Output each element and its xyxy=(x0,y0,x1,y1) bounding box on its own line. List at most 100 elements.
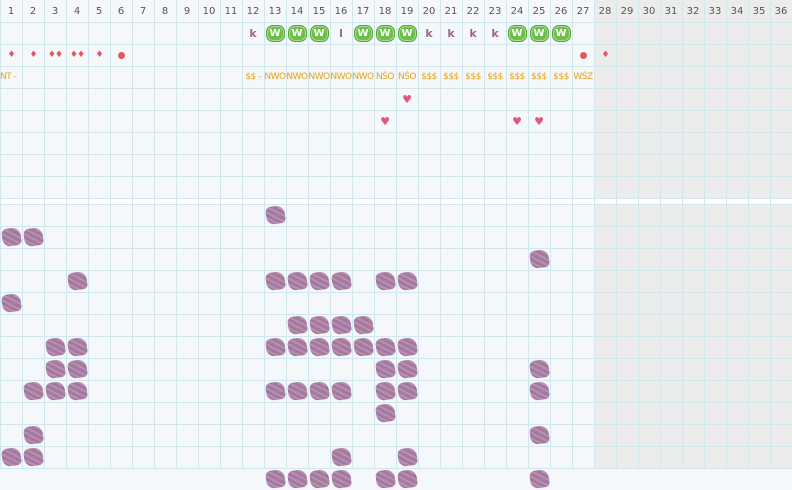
dot-marker xyxy=(572,44,594,66)
scribble-blob-icon xyxy=(396,358,418,380)
entry-cell[interactable] xyxy=(374,336,396,358)
entry-cell[interactable] xyxy=(374,380,396,402)
entry-cell[interactable] xyxy=(66,336,88,358)
entry-cell[interactable] xyxy=(308,270,330,292)
entry-cell[interactable] xyxy=(528,358,550,380)
heart-icon: ♥ xyxy=(534,114,544,128)
scribble-blob-icon xyxy=(528,358,550,380)
entry-cell[interactable] xyxy=(330,314,352,336)
w-badge[interactable]: W xyxy=(396,22,418,44)
entry-cell[interactable] xyxy=(22,424,44,446)
scribble-blob-icon xyxy=(22,424,44,446)
day-number: 4 xyxy=(73,5,81,17)
entry-cell[interactable] xyxy=(352,314,374,336)
w-badge[interactable]: W xyxy=(286,22,308,44)
entry-cell[interactable] xyxy=(352,336,374,358)
scribble-blob-icon xyxy=(374,380,396,402)
entry-cell[interactable] xyxy=(396,468,418,490)
entry-cell[interactable] xyxy=(0,226,22,248)
scribble-blob-icon xyxy=(396,380,418,402)
code-label: NWO xyxy=(264,72,286,82)
entry-cell[interactable] xyxy=(396,380,418,402)
entry-cell[interactable] xyxy=(396,270,418,292)
entry-cell[interactable] xyxy=(66,380,88,402)
day-number: 21 xyxy=(444,5,458,17)
entry-cell[interactable] xyxy=(374,468,396,490)
entry-cell[interactable] xyxy=(396,446,418,468)
w-badge-label: W xyxy=(397,24,417,42)
entry-cell[interactable] xyxy=(264,468,286,490)
entry-cell[interactable] xyxy=(330,270,352,292)
entry-cell[interactable] xyxy=(374,270,396,292)
entry-cell[interactable] xyxy=(286,314,308,336)
entry-cell[interactable] xyxy=(286,270,308,292)
scribble-blob-icon xyxy=(374,358,396,380)
entry-cell[interactable] xyxy=(308,314,330,336)
day-number: 12 xyxy=(246,5,260,17)
entry-cell[interactable] xyxy=(528,424,550,446)
entry-cell[interactable] xyxy=(396,358,418,380)
entry-cell[interactable] xyxy=(22,446,44,468)
entry-cell[interactable] xyxy=(374,358,396,380)
entry-cell[interactable] xyxy=(286,336,308,358)
day-number: 3 xyxy=(51,5,59,17)
entry-cell[interactable] xyxy=(264,204,286,226)
day-number: 7 xyxy=(139,5,147,17)
entry-cell[interactable] xyxy=(264,336,286,358)
w-badge-label: W xyxy=(551,24,571,42)
drop-icon: ♦ xyxy=(29,50,37,60)
entry-cell[interactable] xyxy=(66,358,88,380)
scribble-blob-icon xyxy=(264,468,286,490)
entry-cell[interactable] xyxy=(264,270,286,292)
scribble-blob-icon xyxy=(66,336,88,358)
calendar-grid: 1 2 3 4 5 6 7 8 9 10 11 12 13 14 15 16 17 18 19 20 21 22 23 24 2… xyxy=(0,0,792,490)
w-badge-label: W xyxy=(507,24,527,42)
entry-cell[interactable] xyxy=(22,380,44,402)
w-badge[interactable]: W xyxy=(550,22,572,44)
day-number: 35 xyxy=(752,5,766,17)
entry-cell[interactable] xyxy=(330,336,352,358)
w-badge-label: W xyxy=(529,24,549,42)
entry-cell[interactable] xyxy=(0,292,22,314)
heart-icon: ♥ xyxy=(512,114,522,128)
entry-cell[interactable] xyxy=(374,402,396,424)
scribble-blob-icon xyxy=(0,226,22,248)
entry-cell[interactable] xyxy=(44,358,66,380)
w-badge[interactable]: W xyxy=(374,22,396,44)
entry-cell[interactable] xyxy=(308,336,330,358)
entry-cell[interactable] xyxy=(528,468,550,490)
entry-cell[interactable] xyxy=(308,468,330,490)
code-label: NŚO xyxy=(375,72,395,82)
entry-cell[interactable] xyxy=(330,446,352,468)
entry-cell[interactable] xyxy=(264,380,286,402)
entry-cell[interactable] xyxy=(308,380,330,402)
entry-cell[interactable] xyxy=(330,380,352,402)
w-badge[interactable]: W xyxy=(308,22,330,44)
w-badge-label: W xyxy=(287,24,307,42)
entry-cell[interactable] xyxy=(396,336,418,358)
scribble-blob-icon xyxy=(66,380,88,402)
entry-cell[interactable] xyxy=(528,380,550,402)
scribble-blob-icon xyxy=(330,468,352,490)
entry-cell[interactable] xyxy=(22,226,44,248)
code-label: $$$ xyxy=(465,72,481,82)
w-badge[interactable]: W xyxy=(528,22,550,44)
entry-cell[interactable] xyxy=(66,270,88,292)
code-label: $$$ xyxy=(531,72,547,82)
scribble-blob-icon xyxy=(330,270,352,292)
heart-icon: ♥ xyxy=(380,114,390,128)
entry-cell[interactable] xyxy=(44,380,66,402)
letter-mark: k xyxy=(447,26,455,40)
scribble-blob-icon xyxy=(22,446,44,468)
w-badge[interactable]: W xyxy=(264,22,286,44)
entry-cell[interactable] xyxy=(286,380,308,402)
scribble-blob-icon xyxy=(330,446,352,468)
scribble-blob-icon xyxy=(264,204,286,226)
entry-cell[interactable] xyxy=(0,446,22,468)
entry-cell[interactable] xyxy=(286,468,308,490)
entry-cell[interactable] xyxy=(330,468,352,490)
entry-cell[interactable] xyxy=(528,248,550,270)
w-badge[interactable]: W xyxy=(352,22,374,44)
entry-cell[interactable] xyxy=(44,336,66,358)
w-badge[interactable]: W xyxy=(506,22,528,44)
